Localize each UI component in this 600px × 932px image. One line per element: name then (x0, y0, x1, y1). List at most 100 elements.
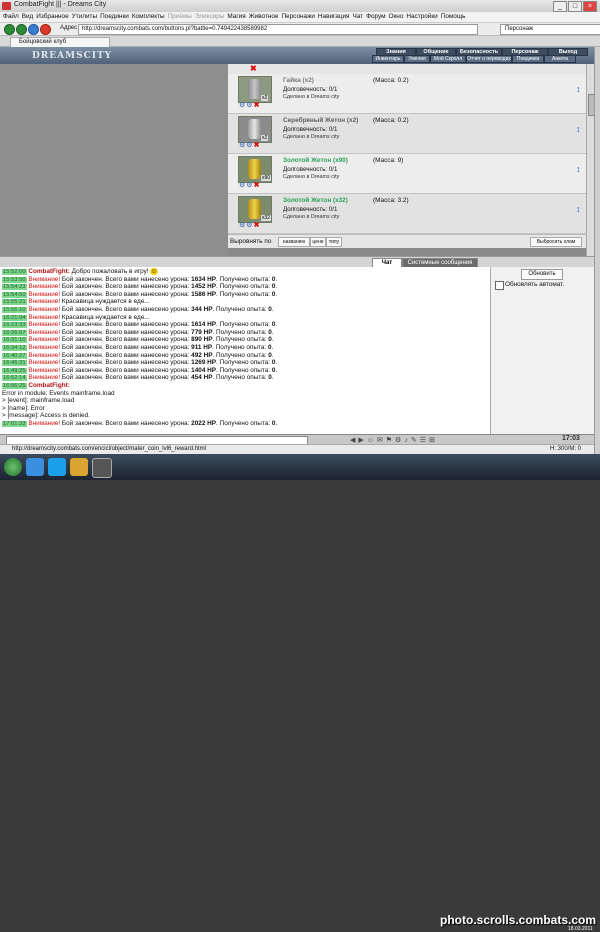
menu-item[interactable]: Животное (249, 12, 279, 22)
chat-timestamp[interactable]: 15:55:21 (2, 299, 27, 306)
menu-item[interactable]: Магия (227, 12, 245, 22)
menu-item[interactable]: Окно (389, 12, 404, 22)
menu-item[interactable]: Навигация (318, 12, 350, 22)
inventory-item[interactable]: x90 ⚙⚙✖ Золотой Жетон (x90) (Масса: 9) Д… (228, 154, 586, 194)
delete-icon[interactable]: ✖ (250, 64, 257, 73)
stop-icon[interactable] (40, 24, 51, 35)
chat-timestamp[interactable]: 15:53:50 (2, 276, 27, 283)
chat-prefix: Внимание! (28, 290, 61, 298)
menu-item[interactable]: Поединки (100, 12, 129, 22)
delete-icon[interactable]: ✖ (254, 102, 260, 109)
xp-label: . Получено опыта: (212, 374, 269, 382)
combats-icon[interactable] (92, 458, 112, 478)
nav-skills[interactable]: Умения (404, 55, 430, 63)
chat-timestamp[interactable]: 16:21:04 (2, 314, 27, 321)
tab-combat-club[interactable]: Бойцовский клуб (10, 37, 110, 47)
chat-text: > [name]: Error (2, 404, 45, 412)
gear-icon[interactable]: ⚙ (246, 142, 252, 149)
page-scrollbar[interactable] (594, 47, 600, 454)
inventory-item[interactable]: x2 ⚙⚙✖ Серебряный Жетон (x2) (Масса: 0.2… (228, 114, 586, 154)
item-mass: (Масса: 0.2) (373, 117, 409, 124)
arrows-icon[interactable]: ↕ (576, 124, 581, 134)
menu-item[interactable]: Настройки (406, 12, 437, 22)
item-mass: (Масса: 3.2) (373, 197, 409, 204)
gear-icon[interactable]: ⚙ (239, 222, 245, 229)
folder-icon[interactable] (70, 458, 88, 476)
gear-icon[interactable]: ⚙ (246, 102, 252, 109)
nav-my-scroll[interactable]: Мой Скролл (430, 55, 466, 63)
start-icon[interactable] (4, 458, 22, 476)
nav-fights[interactable]: Поединки (512, 55, 544, 63)
chat-timestamp[interactable]: 16:23:33 (2, 322, 27, 329)
chat-timestamp[interactable]: 16:45:31 (2, 360, 27, 367)
nav-transfer-report[interactable]: Отчет о переводах (466, 55, 512, 63)
delete-icon[interactable]: ✖ (254, 222, 260, 229)
chat-timestamp[interactable]: 16:52:14 (2, 375, 27, 382)
menu-item[interactable]: Комплекты (132, 12, 165, 22)
menu-item[interactable]: Утилиты (72, 12, 97, 22)
chat-timestamp[interactable]: 15:52:00 (2, 269, 27, 275)
arrows-icon[interactable]: ↕ (576, 204, 581, 214)
sort-bar: Выровнять по названию цене типу Выбросит… (228, 234, 586, 248)
nav-profile[interactable]: Анкета (544, 55, 576, 63)
gear-icon[interactable]: ⚙ (246, 182, 252, 189)
drop-junk-button[interactable]: Выбросить хлам (530, 237, 582, 247)
address-field[interactable]: http://dreamscity.combats.com/buttons.pl… (78, 24, 478, 35)
item-name[interactable]: Золотой Жетон (x90) (283, 157, 348, 164)
menu-item[interactable]: Форум (366, 12, 385, 22)
maximize-button[interactable]: □ (568, 1, 582, 12)
chat-timestamp[interactable]: 15:54:50 (2, 291, 27, 298)
inventory-item[interactable]: x2 ⚙⚙✖ Гайка (x2) (Масса: 0.2) Долговечн… (228, 74, 586, 114)
nav-inventory[interactable]: Инвентарь (372, 55, 404, 63)
arrows-icon[interactable]: ↕ (576, 164, 581, 174)
clock: 17:03 (562, 435, 580, 442)
chat-prefix: Внимание! (28, 420, 61, 427)
sort-by-type-button[interactable]: типу (326, 237, 342, 247)
skype-icon[interactable] (48, 458, 66, 476)
search-input[interactable]: Персонаж (500, 24, 600, 35)
xp-label: . Получено опыта: (212, 351, 269, 359)
chat-timestamp[interactable]: 16:26:07 (2, 329, 27, 336)
forward-icon[interactable] (16, 24, 27, 35)
delete-icon[interactable]: ✖ (254, 142, 260, 149)
chat-text: Бой закончен. Всего вами нанесено урона: (60, 306, 192, 313)
item-name[interactable]: Гайка (x2) (283, 77, 314, 84)
gear-icon[interactable]: ⚙ (239, 182, 245, 189)
gear-icon[interactable]: ⚙ (246, 222, 252, 229)
game-body: ✖ x2 ⚙⚙✖ Гайка (x2) (Масса: 0.2) Долгове… (0, 64, 595, 256)
menu-item[interactable]: Файл (3, 12, 19, 22)
arrows-icon[interactable]: ↕ (576, 84, 581, 94)
auto-refresh-checkbox[interactable] (495, 281, 504, 290)
sort-by-name-button[interactable]: названию (278, 237, 310, 247)
refresh-button[interactable]: Обновить (521, 269, 563, 280)
menu-item[interactable]: Избранное (36, 12, 68, 22)
minimize-button[interactable]: _ (553, 1, 567, 12)
menu-item[interactable]: Эликсиры (195, 12, 224, 22)
chat-timestamp[interactable]: 16:40:27 (2, 352, 27, 359)
item-name[interactable]: Серебряный Жетон (x2) (283, 117, 358, 124)
menu-item[interactable]: Вид (22, 12, 34, 22)
menu-item[interactable]: Приёмы (168, 12, 192, 22)
chat-timestamp[interactable]: 16:56:25 (2, 383, 27, 389)
chat-timestamp[interactable]: 16:49:25 (2, 367, 27, 374)
sort-by-price-button[interactable]: цене (310, 237, 326, 247)
item-name[interactable]: Золотой Жетон (x32) (283, 197, 348, 204)
ie-icon[interactable] (26, 458, 44, 476)
damage-value: 1269 HP (191, 359, 217, 367)
chat-timestamp[interactable]: 15:56:10 (2, 307, 27, 313)
chat-toolbar-icons[interactable]: ◀▶☺✉⚑⚙♪✎☰⊞ (350, 436, 438, 444)
chat-timestamp[interactable]: 16:31:10 (2, 337, 27, 344)
menu-item[interactable]: Чат (353, 12, 364, 22)
back-icon[interactable] (4, 24, 15, 35)
gear-icon[interactable]: ⚙ (239, 102, 245, 109)
chat-timestamp[interactable]: 15:54:23 (2, 284, 27, 291)
chat-timestamp[interactable]: 17:01:33 (2, 421, 27, 427)
close-button[interactable]: × (583, 1, 597, 12)
menu-item[interactable]: Персонажи (281, 12, 314, 22)
inventory-item[interactable]: x32 ⚙⚙✖ Золотой Жетон (x32) (Масса: 3.2)… (228, 194, 586, 234)
chat-timestamp[interactable]: 16:34:12 (2, 345, 27, 351)
refresh-icon[interactable] (28, 24, 39, 35)
gear-icon[interactable]: ⚙ (239, 142, 245, 149)
menu-item[interactable]: Помощь (441, 12, 466, 22)
delete-icon[interactable]: ✖ (254, 182, 260, 189)
